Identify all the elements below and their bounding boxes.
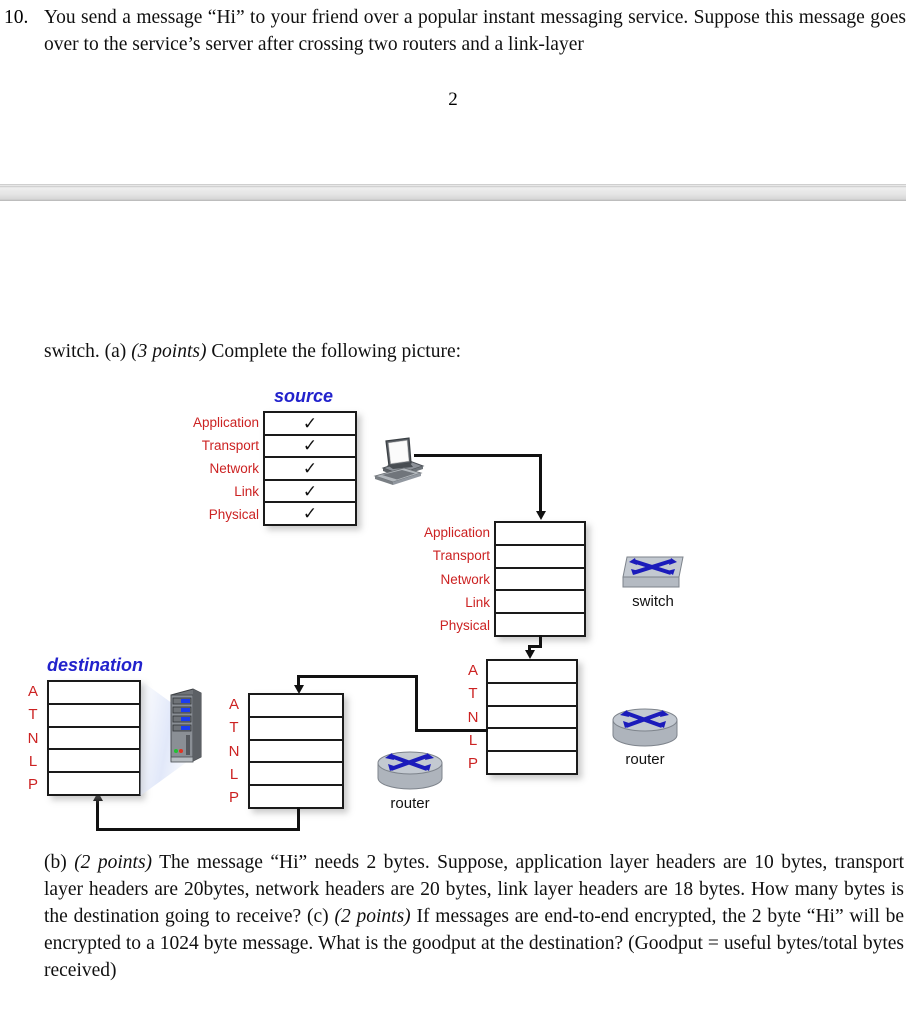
server-label-transport: Transport (432, 548, 490, 564)
part-a-text: Complete the following picture: (206, 341, 462, 362)
arrowhead-into-server-stack (535, 511, 546, 520)
part-a-points: (3 points) (131, 341, 207, 362)
source-stack-labels: Application Transport Network Link Physi… (175, 411, 259, 526)
destination-cell-l (49, 750, 139, 774)
router-mid-cell-t (250, 718, 342, 741)
destination-label-n: N (27, 729, 39, 747)
part-b-label: (b) (44, 852, 75, 873)
source-cell-transport: ✓ (265, 436, 355, 459)
router-mid-icon (375, 750, 445, 797)
router-mid-label-t: T (229, 719, 239, 737)
arrowhead-into-router-right-stack (524, 650, 535, 659)
destination-cell-p (49, 773, 139, 794)
switch-caption: switch (632, 593, 674, 610)
switch-icon (617, 553, 689, 598)
source-check-transport: ✓ (302, 436, 318, 456)
part-a-line: switch. (a) (3 points) Complete the foll… (44, 338, 906, 365)
server-cell-link (496, 591, 584, 615)
destination-label-p: P (27, 775, 38, 793)
router-right-protocol-stack (486, 659, 578, 775)
server-tower-icon (167, 687, 205, 770)
source-check-physical: ✓ (302, 504, 318, 524)
router-mid-caption: router (390, 795, 430, 812)
router-right-cell-p (488, 752, 576, 773)
source-title: source (274, 386, 334, 406)
page-number: 2 (448, 89, 458, 110)
part-c-label: (c) (306, 906, 335, 927)
server-cell-physical (496, 614, 584, 635)
server-cell-transport (496, 546, 584, 569)
destination-label-a: A (27, 683, 38, 701)
router-right-label-n: N (467, 708, 479, 726)
source-cell-physical: ✓ (265, 503, 355, 524)
router-right-label-a: A (467, 662, 478, 680)
router-mid-label-l: L (229, 765, 239, 783)
server-stack-labels: Application Transport Network Link Physi… (406, 521, 490, 637)
server-protocol-stack (494, 521, 586, 637)
router-right-cell-t (488, 684, 576, 707)
part-b-points: (2 points) (74, 852, 153, 873)
destination-title: destination (47, 655, 144, 675)
page-separator (0, 184, 906, 201)
router-right-icon (610, 707, 680, 754)
destination-cell-n (49, 728, 139, 751)
router-right-caption: router (625, 751, 665, 768)
network-layers-figure: source Application Transport Network Lin… (0, 375, 906, 835)
server-cell-network (496, 569, 584, 592)
router-mid-label-n: N (228, 742, 240, 760)
router-mid-protocol-stack (248, 693, 344, 809)
source-check-link: ✓ (302, 481, 318, 501)
connector-mid-to-destination-v2 (96, 800, 99, 831)
router-right-label-l: L (468, 731, 478, 749)
source-cell-network: ✓ (265, 458, 355, 481)
server-cell-application (496, 523, 584, 546)
router-mid-cell-p (250, 786, 342, 807)
router-right-label-t: T (468, 685, 478, 703)
part-c-points: (2 points) (334, 906, 411, 927)
source-label-link: Link (234, 484, 259, 499)
router-right-cell-n (488, 707, 576, 730)
connector-source-to-server-v (539, 454, 542, 514)
router-mid-label-a: A (228, 696, 239, 714)
destination-protocol-stack (47, 680, 141, 796)
router-right-label-p: P (467, 754, 478, 772)
part-b-and-c-text: (b) (2 points) The message “Hi” needs 2 … (44, 849, 904, 984)
source-cell-link: ✓ (265, 481, 355, 504)
server-label-network: Network (440, 571, 490, 587)
destination-label-t: T (28, 706, 38, 724)
destination-label-l: L (28, 752, 38, 770)
router-right-stack-labels: A T N L P (463, 659, 483, 775)
source-label-application: Application (192, 415, 259, 430)
source-label-network: Network (209, 461, 259, 476)
router-mid-stack-labels: A T N L P (224, 693, 244, 809)
source-check-network: ✓ (302, 458, 318, 478)
source-label-physical: Physical (208, 507, 259, 522)
switch-continuation: switch. (a) (44, 341, 132, 362)
connector-source-to-server-h (414, 454, 542, 457)
source-check-application: ✓ (302, 413, 318, 433)
connector-router-right-to-mid-v1 (415, 675, 418, 732)
connector-mid-to-destination-h (96, 828, 300, 831)
source-cell-application: ✓ (265, 413, 355, 436)
connector-router-right-to-mid-h2 (297, 675, 418, 678)
destination-cell-a (49, 682, 139, 705)
laptop-icon (373, 436, 427, 493)
server-label-application: Application (423, 525, 490, 541)
router-right-cell-a (488, 661, 576, 684)
question-text: You send a message “Hi” to your friend o… (44, 7, 906, 55)
server-label-physical: Physical (439, 617, 490, 633)
destination-cell-t (49, 705, 139, 728)
destination-stack-labels: A T N L P (23, 680, 43, 796)
router-mid-label-p: P (228, 788, 239, 806)
server-label-link: Link (465, 594, 490, 610)
question-number: 10. (4, 7, 29, 28)
connector-router-right-to-mid-h1 (415, 729, 488, 732)
router-right-cell-l (488, 729, 576, 753)
router-mid-cell-a (250, 695, 342, 718)
source-label-transport: Transport (201, 438, 259, 453)
router-mid-cell-l (250, 763, 342, 787)
source-protocol-stack: ✓ ✓ ✓ ✓ ✓ (263, 411, 357, 526)
router-mid-cell-n (250, 741, 342, 764)
